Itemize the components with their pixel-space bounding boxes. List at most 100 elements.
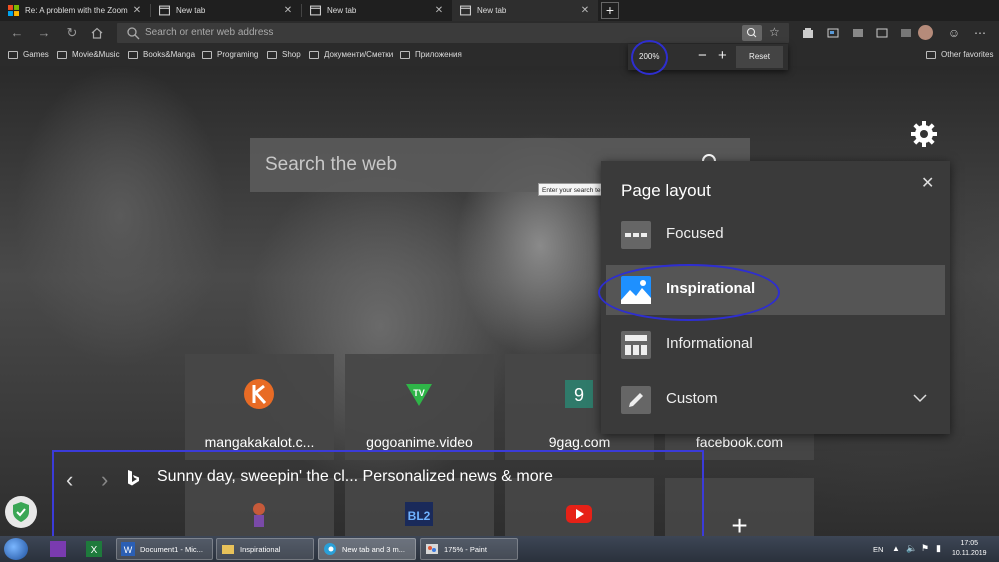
- folder-icon: [309, 50, 319, 59]
- tile-label: gogoanime.video: [366, 434, 473, 450]
- flag-icon[interactable]: ⚑: [921, 543, 929, 554]
- paint-icon: [426, 544, 438, 554]
- tab-title: New tab: [327, 6, 357, 15]
- svg-text:W: W: [124, 545, 133, 555]
- tab-strip: Re: A problem with the Zoom le ✕ New tab…: [0, 0, 999, 21]
- layout-option-custom[interactable]: Custom: [606, 375, 945, 425]
- network-icon[interactable]: ▮: [936, 543, 941, 554]
- new-tab-button[interactable]: +: [601, 2, 619, 19]
- tab-new-tab-active[interactable]: New tab ✕: [452, 0, 598, 21]
- tile-label: 9gag.com: [548, 434, 611, 450]
- tab-new-tab-2[interactable]: New tab ✕: [302, 0, 452, 21]
- gear-icon[interactable]: [909, 119, 939, 149]
- taskbar-button-paint[interactable]: 175% - Paint: [420, 538, 518, 560]
- language-indicator[interactable]: EN: [873, 545, 883, 554]
- favorite-folder-documents[interactable]: Документи/Сметки: [309, 50, 393, 59]
- new-tab-page: Search the web Enter your search term ma…: [0, 66, 999, 536]
- address-toolbar: ← → ↻ Search or enter web address ☆ ☺ ⋯: [0, 21, 999, 45]
- clock[interactable]: 17:05 10.11.2019: [952, 539, 987, 559]
- refresh-icon[interactable]: ↻: [63, 24, 81, 42]
- volume-icon[interactable]: 🔈: [906, 543, 917, 554]
- tab-new-tab-1[interactable]: New tab ✕: [151, 0, 301, 21]
- favorite-star-icon[interactable]: ☆: [769, 25, 780, 39]
- search-icon: [127, 27, 140, 40]
- taskbar-label: Inspirational: [240, 544, 281, 554]
- top-site-tile[interactable]: mangakakalot.c...: [185, 354, 334, 460]
- chevron-down-icon[interactable]: [913, 393, 927, 403]
- folder-icon: [57, 50, 67, 59]
- tab-title: New tab: [477, 6, 507, 15]
- favorite-folder-programing[interactable]: Programing: [202, 50, 258, 59]
- search-placeholder: Search the web: [265, 154, 398, 175]
- favorite-folder-apps[interactable]: Приложения: [400, 50, 462, 59]
- app-icon[interactable]: [48, 539, 68, 559]
- taskbar-button-word[interactable]: W Document1 - Mic...: [116, 538, 213, 560]
- gogoanime-logo-icon: TV: [406, 384, 432, 406]
- taskbar-button-folder[interactable]: Inspirational: [216, 538, 314, 560]
- annotation-ellipse: [598, 264, 780, 321]
- close-icon[interactable]: ✕: [130, 5, 144, 16]
- folder-icon: [222, 545, 234, 554]
- favorite-label: Programing: [217, 50, 259, 59]
- informational-layout-icon: [621, 331, 651, 359]
- address-placeholder: Search or enter web address: [145, 27, 274, 38]
- page-icon: [460, 5, 471, 16]
- collections-icon[interactable]: [802, 27, 814, 39]
- annotation-rectangle: [52, 450, 704, 536]
- word-icon: W: [121, 542, 135, 556]
- close-icon[interactable]: ✕: [281, 5, 295, 16]
- layout-option-informational[interactable]: Informational: [606, 320, 945, 370]
- close-icon[interactable]: ✕: [921, 173, 934, 193]
- extension-icon[interactable]: [876, 27, 888, 39]
- taskbar: X W Document1 - Mic... Inspirational New…: [0, 536, 999, 562]
- layout-option-focused[interactable]: Focused: [606, 210, 945, 260]
- zoom-indicator-icon[interactable]: [742, 25, 762, 41]
- tile-label: facebook.com: [695, 434, 784, 450]
- security-shield-icon[interactable]: [5, 496, 37, 528]
- date: 10.11.2019: [952, 550, 987, 557]
- zoom-out-button[interactable]: −: [698, 47, 707, 64]
- microsoft-icon: [8, 5, 19, 16]
- favorite-label: Movie&Music: [72, 50, 120, 59]
- back-icon[interactable]: ←: [8, 24, 26, 42]
- extension-icon[interactable]: [827, 27, 839, 39]
- taskbar-label: New tab and 3 m...: [342, 544, 405, 554]
- extension-icon[interactable]: [852, 27, 864, 39]
- excel-icon[interactable]: X: [84, 539, 104, 559]
- favorite-folder-shop[interactable]: Shop: [267, 50, 301, 59]
- extension-icon[interactable]: [900, 27, 912, 39]
- avatar[interactable]: [918, 25, 933, 40]
- favorite-label: Books&Manga: [143, 50, 196, 59]
- zoom-in-button[interactable]: +: [718, 47, 727, 64]
- tab-title: Re: A problem with the Zoom le: [25, 6, 130, 15]
- more-icon[interactable]: ⋯: [971, 24, 989, 42]
- feedback-icon[interactable]: ☺: [945, 24, 963, 42]
- folder-icon: [202, 50, 212, 59]
- favorite-folder-games[interactable]: Games: [8, 50, 49, 59]
- home-icon[interactable]: [91, 27, 103, 39]
- favorite-folder-books-manga[interactable]: Books&Manga: [128, 50, 195, 59]
- taskbar-label: 175% - Paint: [444, 544, 487, 554]
- close-icon[interactable]: ✕: [578, 5, 592, 16]
- forward-icon[interactable]: →: [35, 24, 53, 42]
- other-favorites[interactable]: Other favorites: [926, 50, 993, 59]
- mangakakalot-logo-icon: [244, 379, 274, 409]
- option-label: Focused: [666, 225, 724, 242]
- 9gag-logo-icon: 9: [565, 380, 593, 408]
- tab-zoom-problem[interactable]: Re: A problem with the Zoom le ✕: [0, 0, 150, 21]
- zoom-reset-button[interactable]: Reset: [736, 46, 783, 68]
- folder-icon: [8, 50, 18, 59]
- start-button[interactable]: [4, 538, 28, 560]
- tray-arrow-icon[interactable]: ▲: [892, 544, 900, 553]
- annotation-circle: [631, 40, 668, 75]
- address-input[interactable]: Search or enter web address ☆: [117, 23, 789, 43]
- favorite-label: Shop: [282, 50, 301, 59]
- favorite-folder-movie-music[interactable]: Movie&Music: [57, 50, 120, 59]
- focused-layout-icon: [621, 221, 651, 249]
- top-site-tile[interactable]: TV gogoanime.video: [345, 354, 494, 460]
- time: 17:05: [960, 540, 979, 547]
- close-icon[interactable]: ✕: [432, 5, 446, 16]
- favorite-label: Other favorites: [941, 50, 994, 59]
- taskbar-button-edge[interactable]: New tab and 3 m...: [318, 538, 416, 560]
- folder-icon: [267, 50, 277, 59]
